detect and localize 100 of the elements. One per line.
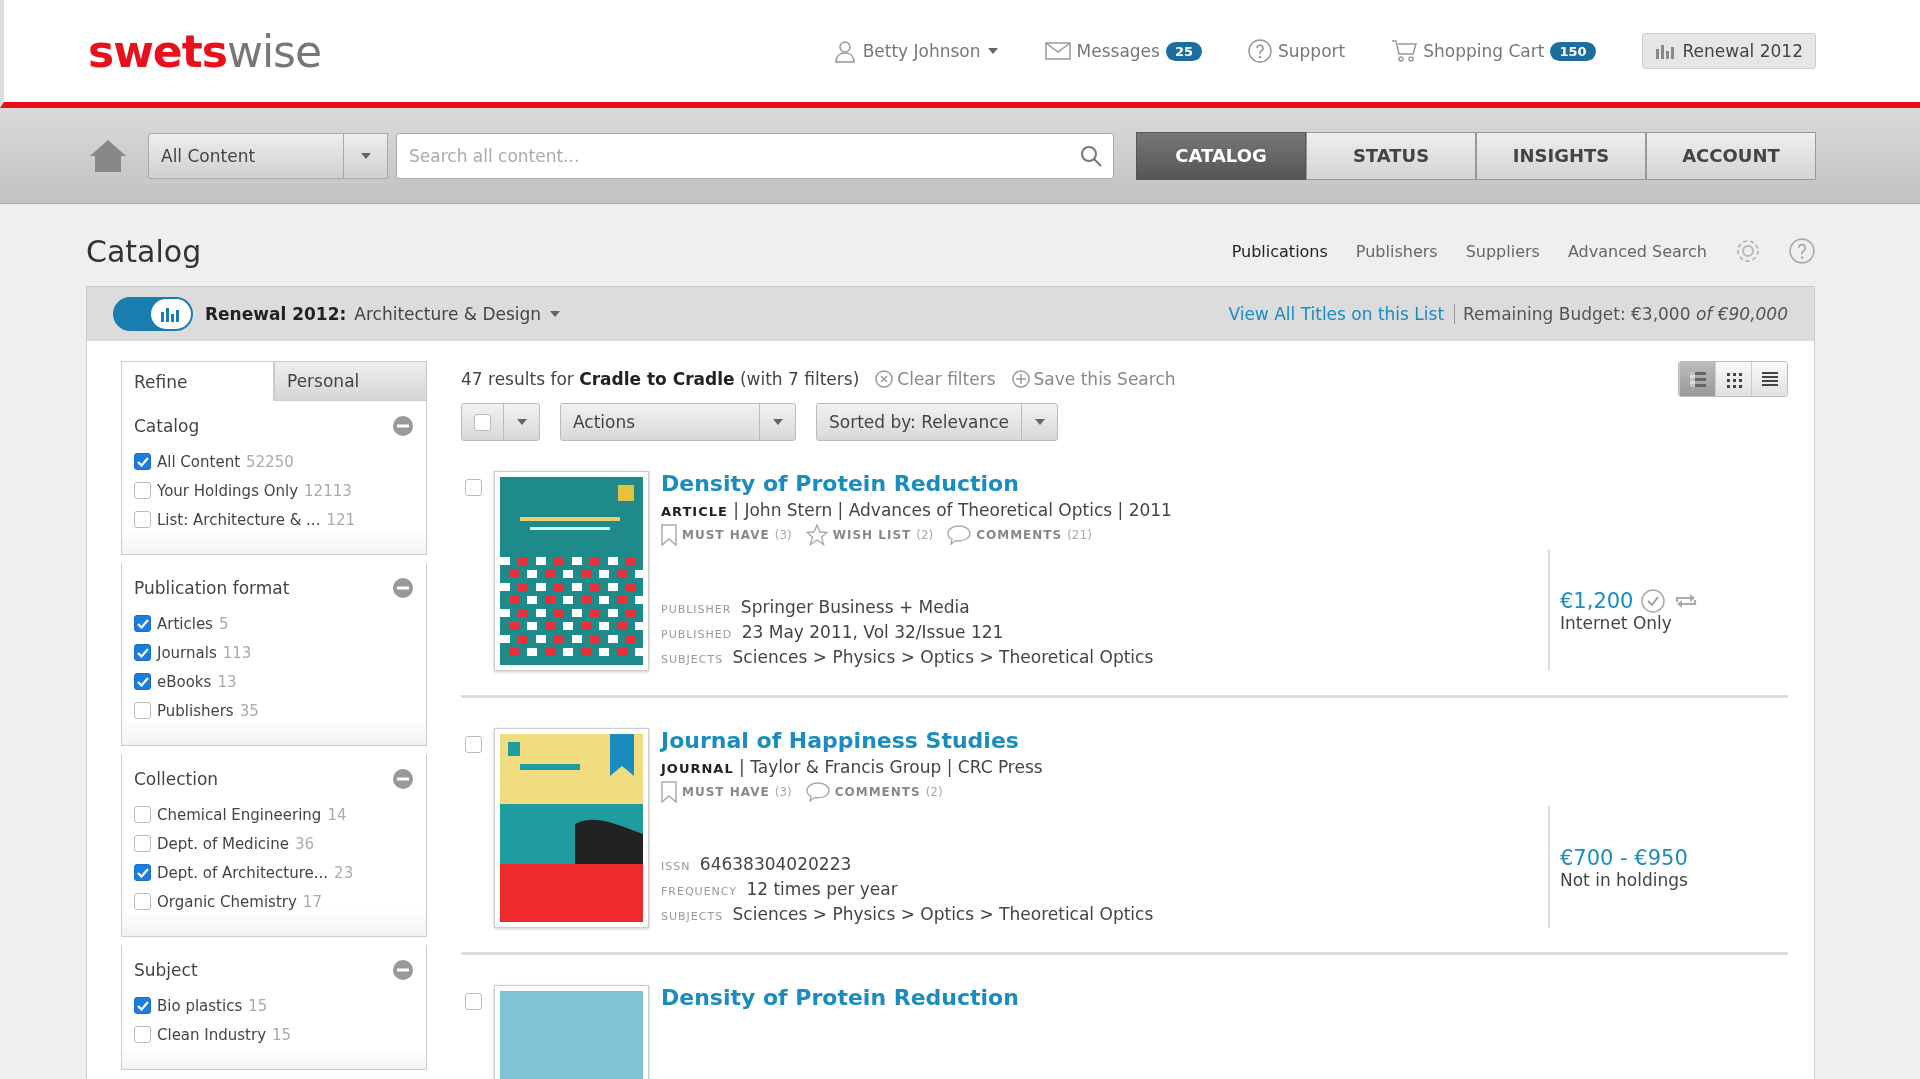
comment-action[interactable]: COMMENTS (21)	[947, 524, 1092, 546]
list-view-icon[interactable]	[1751, 362, 1787, 396]
section-link[interactable]: Publications	[1231, 241, 1328, 261]
price-link[interactable]: €1,200	[1560, 589, 1634, 613]
budget-text: Remaining Budget: €3,000 of €90,000	[1462, 304, 1788, 324]
holding-note: Internet Only	[1560, 613, 1673, 633]
checkbox[interactable]	[134, 806, 151, 823]
filter-label[interactable]: Chemical Engineering	[157, 805, 322, 824]
filter-group-title: Publication format	[134, 578, 290, 598]
save-search-link[interactable]: Save this Search	[1011, 369, 1176, 389]
sort-dropdown[interactable]: Sorted by: Relevance	[816, 403, 1058, 441]
filter-count: 17	[302, 892, 322, 911]
filter-label[interactable]: Dept. of Medicine	[157, 834, 289, 853]
search-icon[interactable]	[1080, 144, 1102, 167]
checkbox[interactable]	[134, 644, 151, 661]
scope-dropdown[interactable]: All Content	[148, 132, 388, 179]
bookmark-action[interactable]: MUST HAVE (3)	[661, 781, 792, 803]
filter-count: 36	[294, 834, 315, 853]
result-title-link[interactable]: Journal of Happiness Studies	[661, 728, 1536, 753]
checkbox[interactable]	[134, 702, 151, 719]
checkbox[interactable]	[465, 479, 482, 496]
nav-tab[interactable]: ACCOUNT	[1646, 131, 1816, 180]
home-icon[interactable]	[88, 137, 128, 174]
filter-label[interactable]: All Content	[157, 452, 241, 471]
filter-label[interactable]: List: Architecture & ...	[157, 510, 321, 529]
detail-row-text: SUBJECTS Sciences > Physics > Optics > Theoretical Optics	[661, 903, 1155, 926]
logo[interactable]: swetswise	[88, 25, 322, 77]
user-menu[interactable]: Betty Johnson	[832, 39, 999, 63]
checkbox[interactable]	[134, 893, 151, 910]
bookmark-icon	[661, 524, 677, 546]
filter-count: 15	[272, 1025, 292, 1044]
list-toggle[interactable]	[113, 297, 193, 331]
settings-icon[interactable]	[1735, 238, 1761, 264]
checkbox[interactable]	[134, 615, 151, 632]
filter-label[interactable]: Organic Chemistry	[157, 892, 297, 911]
section-link[interactable]: Publishers	[1355, 241, 1438, 261]
price-link[interactable]: €700 - €950	[1560, 846, 1688, 870]
detail-view-icon[interactable]	[1679, 362, 1715, 396]
checkbox[interactable]	[474, 413, 491, 431]
filter-count: 35	[239, 701, 259, 720]
result-title-link[interactable]: Density of Protein Reduction	[661, 985, 1788, 1010]
clear-icon	[875, 370, 894, 388]
search-field[interactable]: Search all content...	[396, 132, 1114, 179]
count-badge: 25	[1165, 41, 1202, 61]
filter-label[interactable]: Your Holdings Only	[157, 481, 299, 500]
filter-count: 52250	[246, 452, 294, 471]
nav-tab[interactable]: CATALOG	[1136, 131, 1306, 180]
caret-icon	[359, 151, 372, 160]
help-icon[interactable]	[1789, 238, 1815, 264]
caret-icon	[549, 310, 562, 318]
checkbox[interactable]	[134, 1026, 151, 1043]
checkbox[interactable]	[134, 997, 151, 1014]
result-title-link[interactable]: Density of Protein Reduction	[661, 471, 1536, 496]
checkbox[interactable]	[134, 673, 151, 690]
list-selector[interactable]: Renewal 2012: Architecture & Design	[205, 304, 562, 324]
collapse-icon[interactable]	[392, 768, 414, 790]
filter-label[interactable]: Publishers	[157, 701, 234, 720]
bar-chart-icon	[160, 306, 182, 322]
checkbox[interactable]	[465, 736, 482, 753]
actions-dropdown[interactable]: Actions	[560, 403, 796, 441]
detail-row-text: FREQUENCY 12 times per year	[661, 878, 899, 901]
grid-view-icon[interactable]	[1715, 362, 1751, 396]
star-action[interactable]: WISH LIST (2)	[805, 524, 934, 546]
nav-tab[interactable]: INSIGHTS	[1476, 131, 1646, 180]
filter-label[interactable]: Dept. of Architecture...	[157, 863, 329, 882]
cart-link[interactable]: Shopping Cart 150	[1391, 39, 1596, 63]
caret-icon	[771, 418, 784, 426]
filter-label[interactable]: eBooks	[157, 672, 212, 691]
filter-label[interactable]: Clean Industry	[157, 1025, 267, 1044]
checkbox[interactable]	[134, 453, 151, 470]
checkbox[interactable]	[134, 835, 151, 852]
checkbox[interactable]	[465, 993, 482, 1010]
support-link[interactable]: Support	[1248, 39, 1346, 63]
nav-tab[interactable]: STATUS	[1306, 131, 1476, 180]
sidebar-tab[interactable]: Refine	[121, 361, 274, 401]
filter-label[interactable]: Bio plastics	[157, 996, 243, 1015]
filter-label[interactable]: Journals	[157, 643, 217, 662]
help-icon	[1248, 39, 1272, 63]
section-link[interactable]: Suppliers	[1465, 241, 1540, 261]
collapse-icon[interactable]	[392, 415, 414, 437]
filter-group-title: Collection	[134, 769, 219, 789]
page-title: Catalog	[86, 233, 202, 269]
select-all-dropdown[interactable]	[461, 403, 540, 441]
filter-label[interactable]: Articles	[157, 614, 213, 633]
bookmark-action[interactable]: MUST HAVE (3)	[661, 524, 792, 546]
comment-icon	[805, 782, 830, 802]
checkbox[interactable]	[134, 864, 151, 881]
check-icon[interactable]	[1641, 589, 1666, 613]
renewal-button[interactable]: Renewal 2012	[1641, 33, 1816, 69]
messages-link[interactable]: Messages 25	[1044, 41, 1202, 61]
section-link[interactable]: Advanced Search	[1567, 241, 1707, 261]
comment-action[interactable]: COMMENTS (2)	[805, 781, 943, 803]
checkbox[interactable]	[134, 482, 151, 499]
sidebar-tab[interactable]: Personal	[274, 361, 427, 401]
collapse-icon[interactable]	[392, 577, 414, 599]
clear-filters-link[interactable]: Clear filters	[875, 369, 996, 389]
filter-group-title: Subject	[134, 960, 198, 980]
collapse-icon[interactable]	[392, 959, 414, 981]
checkbox[interactable]	[134, 511, 151, 528]
filter-count: 23	[334, 863, 354, 882]
